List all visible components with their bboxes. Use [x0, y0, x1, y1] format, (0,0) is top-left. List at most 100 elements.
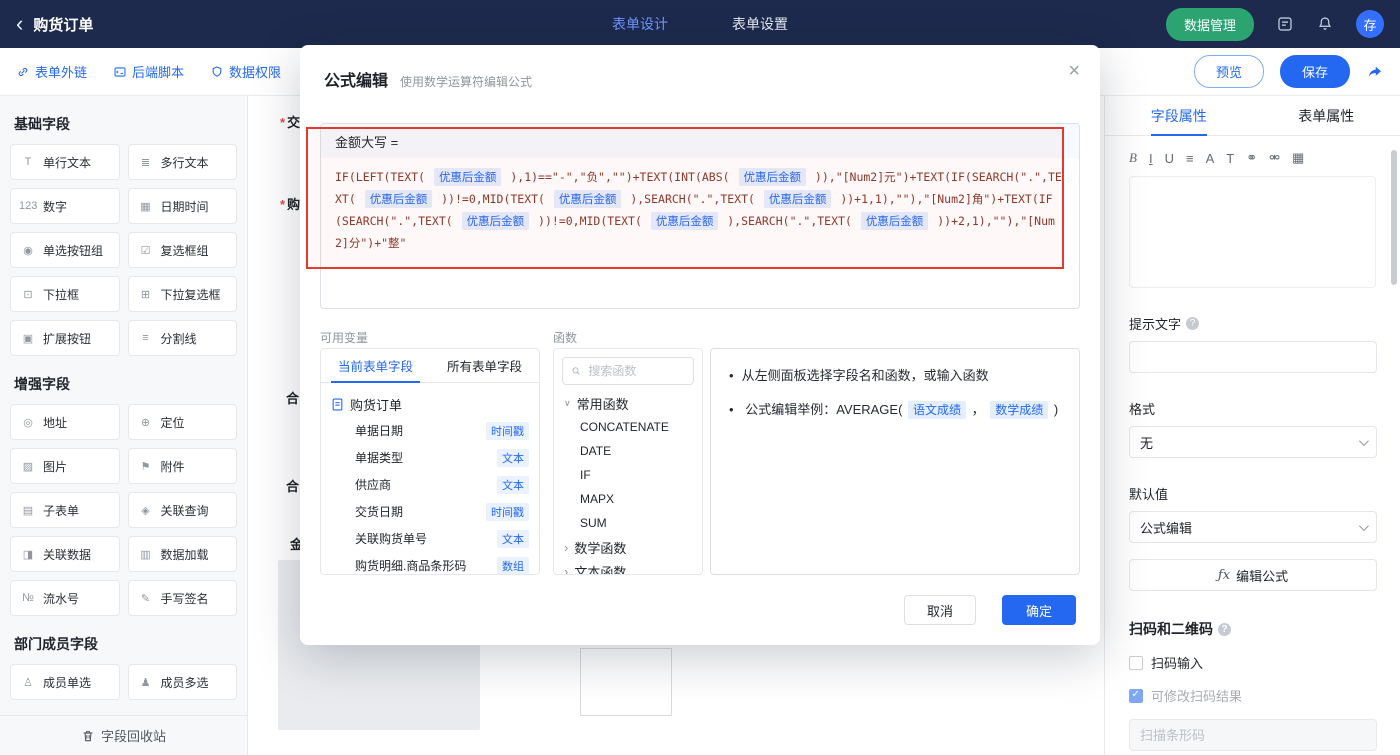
- field-type-item[interactable]: ▣ 扩展按钮: [10, 320, 120, 356]
- form-external-link[interactable]: 表单外链: [16, 62, 87, 81]
- form-field-label[interactable]: *合: [286, 388, 299, 407]
- checkbox-row[interactable]: 可修改扫码结果: [1129, 686, 1376, 705]
- field-type-label: 复选框组: [160, 243, 209, 258]
- variables-panel: 当前表单字段 所有表单字段 购货订单 单据日期 时间戳 单据类型 文本 供应商 …: [320, 348, 540, 575]
- data-permission-link[interactable]: 数据权限: [210, 62, 281, 81]
- richtext-toolbar-icon[interactable]: U: [1165, 151, 1174, 166]
- backend-script-link[interactable]: 后端脚本: [113, 62, 184, 81]
- function-item[interactable]: IF: [554, 463, 702, 487]
- field-type-item[interactable]: T 单行文本: [10, 144, 120, 180]
- search-icon: [572, 367, 580, 375]
- richtext-toolbar-icon[interactable]: ▦: [1292, 150, 1304, 166]
- field-type-item[interactable]: ▤ 子表单: [10, 492, 120, 528]
- form-field-label[interactable]: * 交: [280, 112, 300, 131]
- enhanced-fields-grid: ◎ 地址 ⊕ 定位 ▨ 图片 ⚑ 附件 ▤ 子表单 ◈ 关联查询 ◨ 关联数据 …: [10, 404, 237, 616]
- variables-tab[interactable]: 当前表单字段: [321, 349, 430, 383]
- variable-row[interactable]: 交货日期 时间戳: [331, 498, 529, 525]
- richtext-toolbar-icon[interactable]: A: [1206, 151, 1215, 166]
- field-type-item[interactable]: ▥ 数据加载: [127, 536, 237, 572]
- field-type-item[interactable]: 123 数字: [10, 188, 120, 224]
- canvas-placeholder-box[interactable]: [580, 648, 672, 716]
- save-button[interactable]: 保存: [1279, 55, 1350, 88]
- field-type-item[interactable]: ◨ 关联数据: [10, 536, 120, 572]
- field-type-item[interactable]: ≡ 分割线: [127, 320, 237, 356]
- back-icon[interactable]: ‹: [16, 13, 23, 35]
- function-item[interactable]: DATE: [554, 439, 702, 463]
- field-type-item[interactable]: ◉ 单选按钮组: [10, 232, 120, 268]
- field-type-item[interactable]: ▦ 日期时间: [127, 188, 237, 224]
- vertical-scrollbar[interactable]: [1391, 150, 1397, 285]
- function-item[interactable]: MAPX: [554, 487, 702, 511]
- format-select[interactable]: 无: [1129, 426, 1377, 458]
- form-root-node[interactable]: 购货订单: [331, 391, 529, 417]
- apps-icon[interactable]: [1276, 15, 1294, 33]
- bell-icon[interactable]: [1316, 15, 1334, 33]
- default-value-select[interactable]: 公式编辑: [1129, 511, 1377, 543]
- field-type-item[interactable]: ♟ 成员多选: [127, 664, 237, 700]
- field-type-item[interactable]: ⊡ 下拉框: [10, 276, 120, 312]
- properties-tab[interactable]: 表单属性: [1253, 96, 1400, 135]
- checkbox-row[interactable]: 扫码输入: [1129, 653, 1376, 672]
- top-tab[interactable]: 表单设置: [732, 14, 788, 34]
- richtext-toolbar-icon[interactable]: B: [1129, 150, 1137, 166]
- variable-row[interactable]: 单据日期 时间戳: [331, 417, 529, 444]
- field-type-icon: ▣: [22, 332, 34, 345]
- avatar[interactable]: 存: [1356, 10, 1384, 38]
- field-type-item[interactable]: ⊞ 下拉复选框: [127, 276, 237, 312]
- variable-row[interactable]: 单据类型 文本: [331, 444, 529, 471]
- top-tab[interactable]: 表单设计: [612, 14, 668, 34]
- hint-text-input[interactable]: [1129, 341, 1377, 373]
- section-title-basic: 基础字段: [14, 116, 70, 132]
- field-type-item[interactable]: № 流水号: [10, 580, 120, 616]
- preview-button[interactable]: 预览: [1193, 55, 1264, 88]
- field-type-item[interactable]: ✎ 手写签名: [127, 580, 237, 616]
- field-recycle-bin[interactable]: 字段回收站: [0, 715, 247, 755]
- richtext-toolbar-icon[interactable]: I: [1149, 151, 1153, 166]
- richtext-editor-area[interactable]: [1129, 176, 1376, 288]
- function-item[interactable]: SUM: [554, 511, 702, 535]
- variables-tab[interactable]: 所有表单字段: [430, 349, 539, 382]
- edit-formula-button[interactable]: ƒx 编辑公式: [1129, 559, 1377, 591]
- field-type-item[interactable]: ⚑ 附件: [127, 448, 237, 484]
- properties-tab[interactable]: 字段属性: [1105, 96, 1253, 135]
- function-search-box[interactable]: [562, 357, 694, 385]
- field-type-label: 附件: [160, 459, 185, 474]
- scan-barcode-input[interactable]: [1129, 719, 1377, 751]
- formula-editor[interactable]: 金额大写 = IF(LEFT(TEXT( 优惠后金额 ),1)=="-","负"…: [320, 123, 1080, 309]
- confirm-button[interactable]: 确定: [1002, 595, 1076, 625]
- richtext-toolbar-icon[interactable]: ⚮: [1269, 150, 1280, 166]
- field-type-item[interactable]: ♙ 成员单选: [10, 664, 120, 700]
- function-group[interactable]: › 文本函数: [554, 559, 702, 575]
- function-search-input[interactable]: [586, 363, 685, 379]
- field-type-item[interactable]: ◎ 地址: [10, 404, 120, 440]
- formula-segment: ))!=0,MID(TEXT(: [531, 214, 649, 228]
- formula-code[interactable]: IF(LEFT(TEXT( 优惠后金额 ),1)=="-","负","")+TE…: [321, 158, 1079, 254]
- close-icon[interactable]: ×: [1068, 61, 1080, 81]
- data-manage-button[interactable]: 数据管理: [1165, 7, 1254, 41]
- form-field-label[interactable]: *合: [286, 476, 299, 495]
- function-group-common[interactable]: ∨ 常用函数: [554, 391, 702, 415]
- share-icon[interactable]: [1366, 63, 1384, 81]
- cancel-button[interactable]: 取消: [904, 595, 976, 625]
- field-type-item[interactable]: ⊕ 定位: [127, 404, 237, 440]
- link-label: 表单外链: [35, 65, 88, 80]
- function-group[interactable]: › 数学函数: [554, 535, 702, 559]
- field-type-item[interactable]: ☑ 复选框组: [127, 232, 237, 268]
- variable-row[interactable]: 购货明细.商品条形码 数组: [331, 552, 529, 574]
- richtext-toolbar-icon[interactable]: ⚭: [1246, 150, 1257, 166]
- checkbox[interactable]: [1129, 655, 1143, 670]
- modal-title: 公式编辑: [324, 73, 389, 90]
- checkbox[interactable]: [1129, 688, 1143, 703]
- function-item[interactable]: CONCATENATE: [554, 415, 702, 439]
- richtext-toolbar-icon[interactable]: T: [1226, 151, 1234, 166]
- variable-row[interactable]: 关联购货单号 文本: [331, 525, 529, 552]
- formula-segment: ))!=0,MID(TEXT(: [434, 192, 552, 206]
- form-field-label[interactable]: * 购: [280, 194, 300, 213]
- richtext-toolbar-icon[interactable]: ≡: [1186, 151, 1194, 166]
- field-type-item[interactable]: ≣ 多行文本: [127, 144, 237, 180]
- section-title-enhanced: 增强字段: [14, 376, 70, 392]
- field-type-item[interactable]: ◈ 关联查询: [127, 492, 237, 528]
- hint-text-label-row: 提示文字 ?: [1129, 314, 1376, 333]
- field-type-item[interactable]: ▨ 图片: [10, 448, 120, 484]
- variable-row[interactable]: 供应商 文本: [331, 471, 529, 498]
